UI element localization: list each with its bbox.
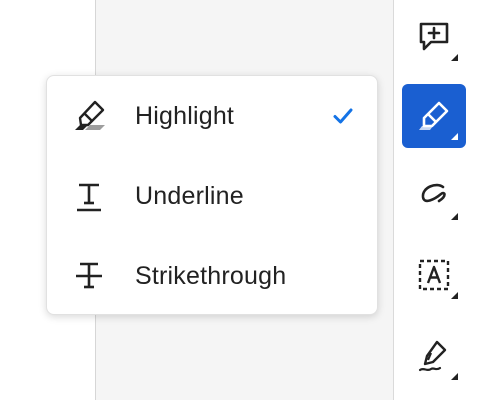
draw-tool-button[interactable] [402, 164, 466, 228]
markup-type-menu: Highlight Underline Strikethrough [46, 75, 378, 315]
signature-pen-icon [417, 339, 451, 373]
add-comment-icon [417, 20, 451, 54]
dropdown-corner-icon [451, 54, 458, 61]
highlight-tool-button[interactable] [402, 84, 466, 148]
menu-item-underline[interactable]: Underline [47, 156, 377, 236]
dropdown-corner-icon [451, 373, 458, 380]
menu-item-label: Highlight [135, 101, 235, 130]
checkmark-icon [333, 108, 353, 124]
highlight-pen-icon [417, 99, 451, 133]
menu-item-strikethrough[interactable]: Strikethrough [47, 236, 377, 316]
menu-item-highlight[interactable]: Highlight [47, 76, 377, 156]
menu-item-label: Underline [135, 181, 244, 210]
add-comment-button[interactable] [402, 5, 466, 69]
sign-tool-button[interactable] [402, 324, 466, 388]
text-box-tool-button[interactable] [402, 243, 466, 307]
dropdown-corner-icon [451, 292, 458, 299]
annotation-toolbar [394, 0, 486, 400]
highlight-icon [69, 96, 109, 136]
menu-item-label: Strikethrough [135, 261, 287, 290]
freehand-draw-icon [417, 179, 451, 213]
strikethrough-icon [69, 256, 109, 296]
underline-icon [69, 176, 109, 216]
text-box-icon [417, 258, 451, 292]
dropdown-corner-icon [451, 133, 458, 140]
dropdown-corner-icon [451, 213, 458, 220]
